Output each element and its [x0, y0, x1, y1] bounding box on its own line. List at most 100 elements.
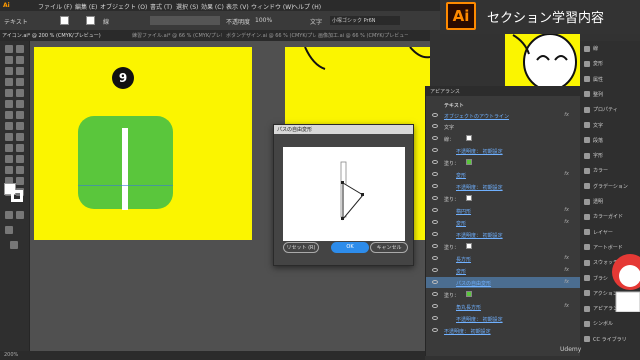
appearance-row-label[interactable]: 楕円形 [456, 208, 471, 215]
visibility-eye-icon[interactable] [432, 232, 438, 236]
brush-field[interactable] [150, 16, 220, 25]
fx-icon[interactable]: fx [564, 112, 569, 118]
appearance-row[interactable]: 角丸長方形 fx [426, 301, 581, 312]
opacity-value[interactable]: 100% [255, 17, 272, 24]
zoom-level[interactable]: 200% [4, 352, 18, 358]
outline-object-link[interactable]: オブジェクトのアウトライン [444, 113, 509, 120]
panel-transparency[interactable]: 透明 [584, 198, 603, 205]
appearance-row-label[interactable]: 変形 [456, 172, 466, 179]
doc-tab-active[interactable]: アイコン.ai* @ 200 % (CMYK/プレビュー) [2, 32, 102, 39]
line-tool-icon[interactable] [16, 78, 24, 86]
draw-mode-icon[interactable] [5, 226, 13, 234]
visibility-eye-icon[interactable] [432, 208, 438, 212]
perspective-grid-tool-icon[interactable] [16, 133, 24, 141]
visibility-eye-icon[interactable] [432, 268, 438, 272]
visibility-eye-icon[interactable] [432, 184, 438, 188]
shape-builder-tool-icon[interactable] [5, 133, 13, 141]
panel-color[interactable]: カラー [584, 167, 608, 174]
appearance-row[interactable]: 変形 fx [426, 217, 581, 228]
appearance-row[interactable]: 不透明度： 初期設定 [426, 229, 581, 240]
width-tool-icon[interactable] [5, 122, 13, 130]
fx-icon[interactable]: fx [564, 255, 569, 261]
pen-tool-icon[interactable] [5, 67, 13, 75]
appearance-row-label[interactable]: 変形 [456, 268, 466, 275]
ok-button[interactable]: OK [331, 242, 369, 253]
menu-help[interactable]: ヘルプ (H) [292, 2, 321, 11]
visibility-eye-icon[interactable] [432, 124, 438, 128]
appearance-row[interactable]: 線： [426, 133, 581, 144]
visibility-eye-icon[interactable] [432, 113, 438, 117]
panel-brushes[interactable]: ブラシ [584, 275, 608, 282]
curvature-tool-icon[interactable] [16, 67, 24, 75]
fill-swatch[interactable] [60, 16, 69, 25]
visibility-eye-icon[interactable] [432, 220, 438, 224]
blend-tool-icon[interactable] [16, 155, 24, 163]
white-bar-shape[interactable] [122, 128, 128, 210]
visibility-eye-icon[interactable] [432, 160, 438, 164]
fx-icon[interactable]: fx [564, 171, 569, 177]
appearance-row-label[interactable]: 不透明度： 初期設定 [456, 232, 503, 239]
appearance-effect-row[interactable]: オブジェクトのアウトライン fx [426, 110, 581, 121]
pencil-tool-icon[interactable] [5, 100, 13, 108]
menu-edit[interactable]: 編集 (E) [75, 2, 97, 11]
appearance-row[interactable]: 不透明度： 初期設定 [426, 145, 581, 156]
panel-stroke[interactable]: 線 [584, 45, 598, 52]
visibility-eye-icon[interactable] [432, 304, 438, 308]
fx-icon[interactable]: fx [564, 303, 569, 309]
stroke-color-icon[interactable] [11, 190, 23, 202]
rotate-tool-icon[interactable] [5, 111, 13, 119]
direct-selection-tool-icon[interactable] [16, 45, 24, 53]
appearance-row-label[interactable]: 不透明度： 初期設定 [456, 148, 503, 155]
appearance-row-label[interactable]: 長方形 [456, 256, 471, 263]
appearance-row-label[interactable]: 不透明度： 初期設定 [456, 184, 503, 191]
menu-effect[interactable]: 効果 (C) [201, 2, 224, 11]
appearance-row[interactable]: 不透明度： 初期設定 [426, 181, 581, 192]
fx-icon[interactable]: fx [564, 219, 569, 225]
appearance-row[interactable]: 楕円形 fx [426, 205, 581, 216]
appearance-row-label[interactable]: 不透明度： 初期設定 [456, 316, 503, 323]
app-logo-icon[interactable]: Ai [3, 2, 10, 9]
distort-preview[interactable] [283, 147, 405, 241]
panel-align[interactable]: 整列 [584, 91, 603, 98]
doc-tab[interactable]: 画像加工.ai @ 66 % (CMYK/プレビュー) [318, 32, 408, 39]
appearance-row[interactable]: 文字 [426, 121, 581, 132]
panel-glyphs[interactable]: 字形 [584, 152, 603, 159]
menu-file[interactable]: ファイル (F) [38, 2, 72, 11]
selection-tool-icon[interactable] [5, 45, 13, 53]
graph-tool-icon[interactable] [16, 166, 24, 174]
panel-transform[interactable]: 変形 [584, 60, 603, 67]
appearance-row-label[interactable]: 変形 [456, 220, 466, 227]
visibility-eye-icon[interactable] [432, 292, 438, 296]
menu-select[interactable]: 選択 (S) [176, 2, 198, 11]
visibility-eye-icon[interactable] [432, 136, 438, 140]
doc-tab[interactable]: ボタンデザイン.ai @ 66 % (CMYK/プレビュー) [226, 32, 316, 39]
appearance-row[interactable]: 不透明度： 初期設定 [426, 313, 581, 324]
menu-type[interactable]: 書式 (T) [150, 2, 172, 11]
panel-character[interactable]: 文字 [584, 122, 603, 129]
eraser-tool-icon[interactable] [16, 100, 24, 108]
visibility-eye-icon[interactable] [432, 172, 438, 176]
appearance-row[interactable]: 塗り： [426, 157, 581, 168]
visibility-eye-icon[interactable] [432, 148, 438, 152]
fx-icon[interactable]: fx [564, 267, 569, 273]
appearance-row-label[interactable]: 角丸長方形 [456, 304, 481, 311]
menu-window[interactable]: ウィンドウ (W) [251, 2, 294, 11]
panel-cc-libraries[interactable]: CC ライブラリ [584, 336, 627, 343]
visibility-eye-icon[interactable] [432, 196, 438, 200]
appearance-row[interactable]: 塗り： [426, 193, 581, 204]
gradient-tool-icon[interactable] [16, 144, 24, 152]
color-swatch[interactable] [466, 243, 472, 249]
fx-icon[interactable]: fx [564, 207, 569, 213]
scale-tool-icon[interactable] [16, 111, 24, 119]
panel-gradient[interactable]: グラデーション [584, 183, 628, 190]
color-swatch[interactable] [466, 195, 472, 201]
color-swatch[interactable] [466, 135, 472, 141]
panel-paragraph[interactable]: 段落 [584, 137, 603, 144]
cancel-button[interactable]: キャンセル [370, 242, 408, 253]
panel-layers[interactable]: レイヤー [584, 229, 613, 236]
color-swatch[interactable] [466, 159, 472, 165]
appearance-object-row[interactable]: テキスト [426, 99, 581, 110]
slice-tool-icon[interactable] [16, 177, 24, 185]
color-mode-icon[interactable] [5, 211, 13, 219]
menu-view[interactable]: 表示 (V) [226, 2, 249, 11]
